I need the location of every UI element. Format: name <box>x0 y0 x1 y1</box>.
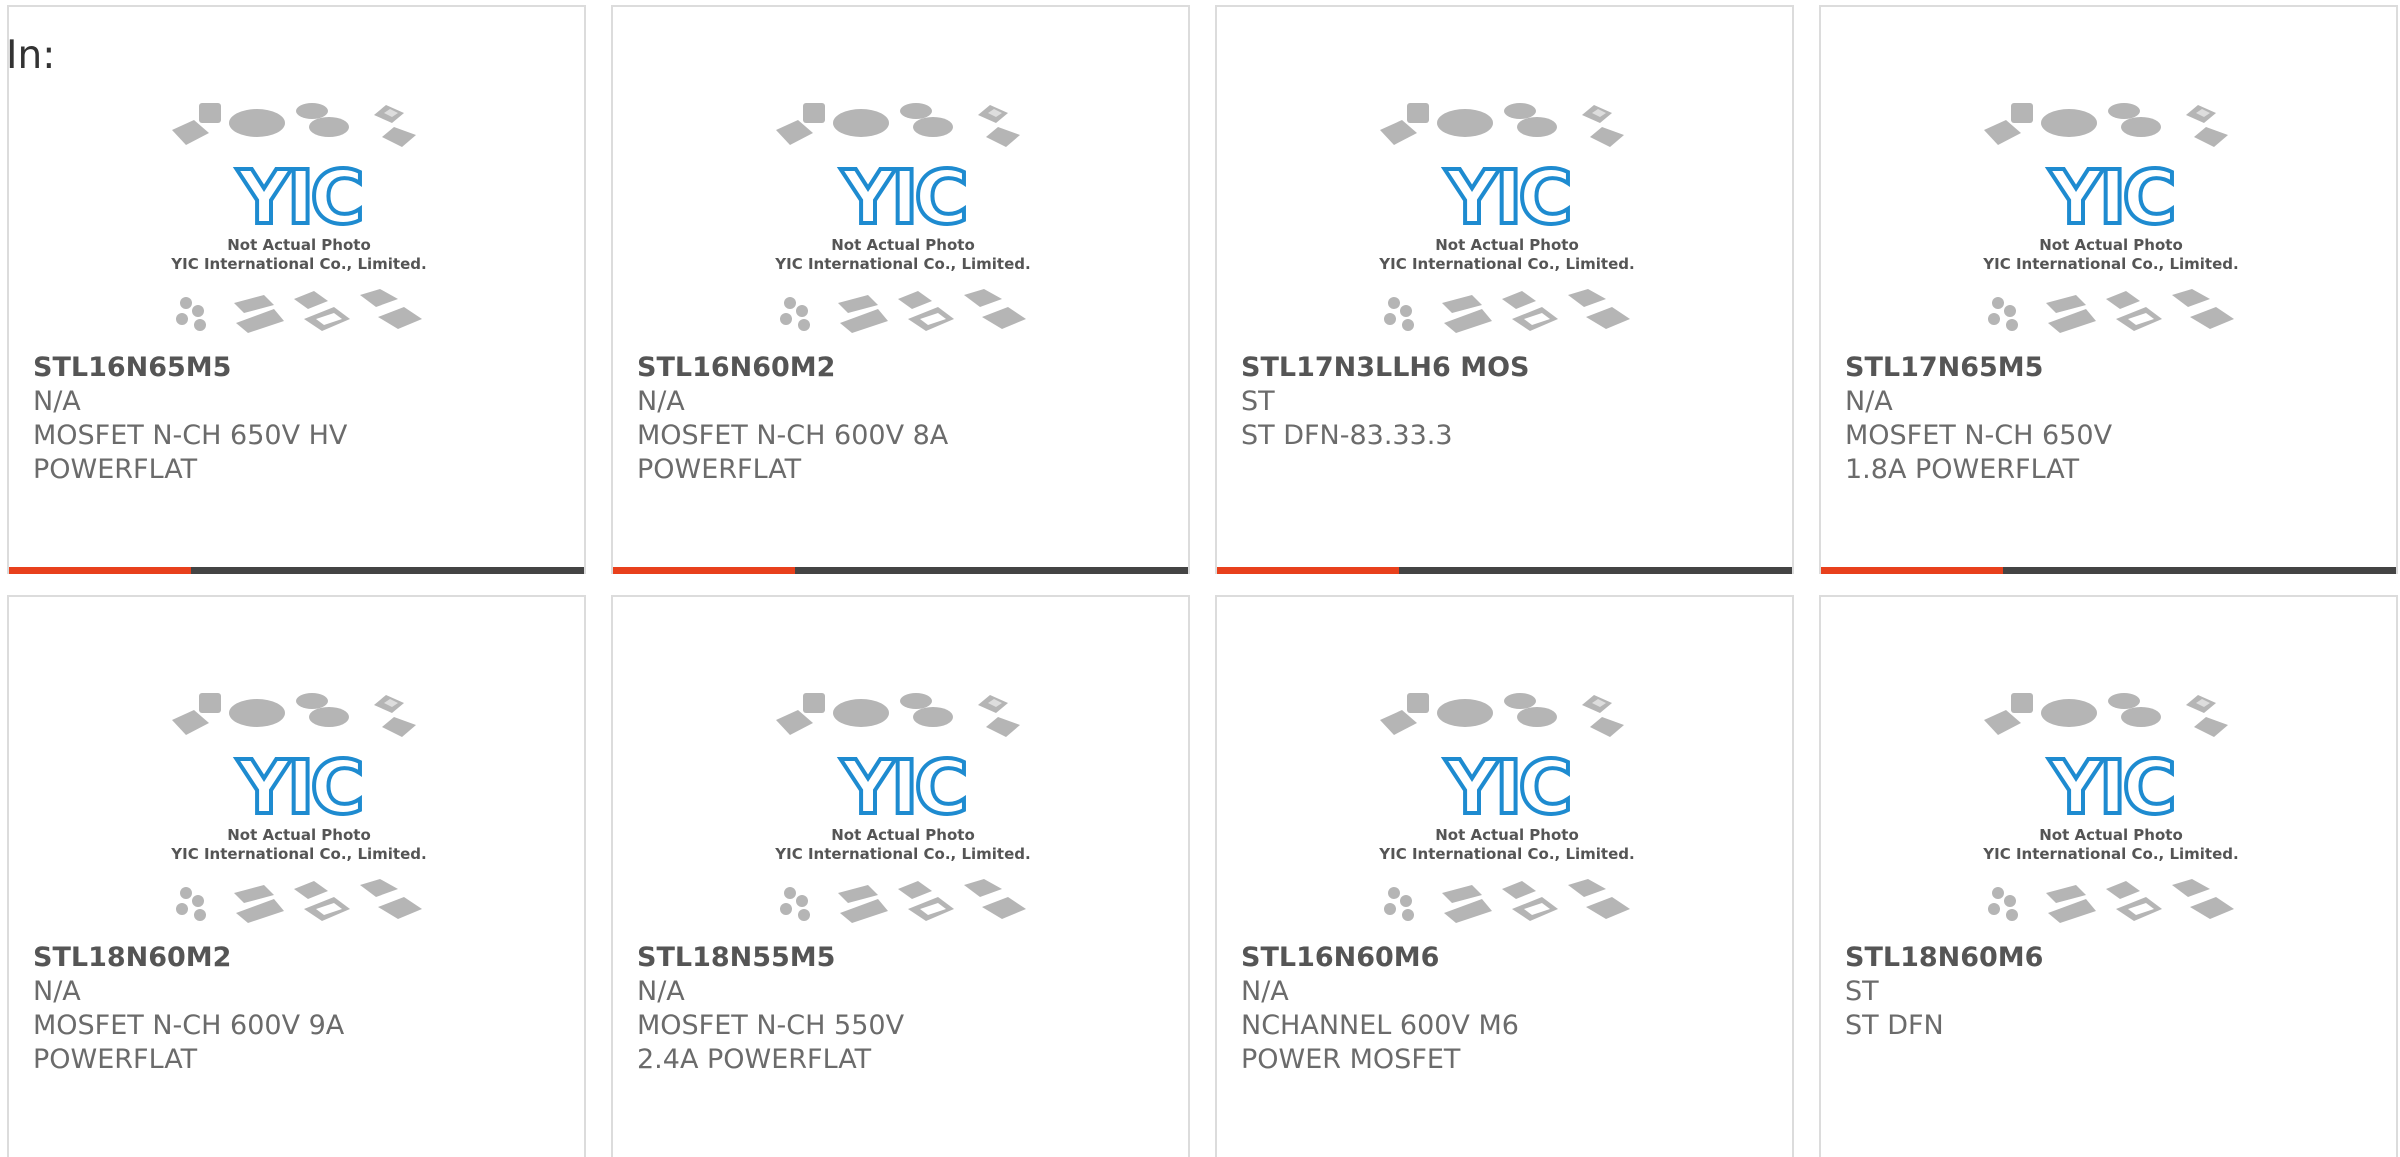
not-actual-photo-text: Not Actual Photo <box>2039 236 2183 254</box>
brand: ST <box>1241 386 1275 417</box>
product-card[interactable]: YIC Not Actual Photo YIC International C… <box>1819 595 2398 1157</box>
brand: N/A <box>1845 386 1893 417</box>
not-actual-photo-text: Not Actual Photo <box>1435 236 1579 254</box>
part-number[interactable]: STL18N60M6 <box>1845 941 2380 975</box>
company-text: YIC International Co., Limited. <box>1982 845 2238 863</box>
product-grid-page: In: YIC Not Actual Photo YIC Internation… <box>0 0 2400 1157</box>
brand: N/A <box>1241 976 1289 1007</box>
product-info: STL18N60M6 ST ST DFN <box>1845 941 2380 1043</box>
placeholder-photo: YIC Not Actual Photo YIC International C… <box>774 693 1031 923</box>
description: ST DFN <box>1845 1010 1944 1041</box>
card-accent-bar <box>613 567 795 574</box>
description: MOSFET N-CH 650V 1.8A POWERFLAT <box>1845 420 2113 485</box>
product-grid: YIC Not Actual Photo YIC International C… <box>7 5 2398 1157</box>
logo-text: YIC <box>2048 155 2172 241</box>
placeholder-photo: YIC Not Actual Photo YIC International C… <box>170 693 427 923</box>
description: NCHANNEL 600V M6 POWER MOSFET <box>1241 1010 1519 1075</box>
part-number[interactable]: STL18N55M5 <box>637 941 1172 975</box>
description: MOSFET N-CH 600V 9A POWERFLAT <box>33 1010 345 1075</box>
placeholder-photo: YIC Not Actual Photo YIC International C… <box>1378 693 1635 923</box>
not-actual-photo-text: Not Actual Photo <box>227 236 371 254</box>
description: ST DFN-83.33.3 <box>1241 420 1453 451</box>
part-number[interactable]: STL16N65M5 <box>33 351 568 385</box>
product-info: STL17N3LLH6 MOS ST ST DFN-83.33.3 <box>1241 351 1776 453</box>
part-number[interactable]: STL17N3LLH6 MOS <box>1241 351 1776 385</box>
product-card[interactable]: YIC Not Actual Photo YIC International C… <box>7 5 586 574</box>
company-text: YIC International Co., Limited. <box>170 255 426 273</box>
placeholder-photo: YIC Not Actual Photo YIC International C… <box>774 103 1031 333</box>
in-label: In: <box>6 33 56 78</box>
logo-text: YIC <box>1444 745 1568 831</box>
card-accent-bar <box>1217 567 1399 574</box>
logo-text: YIC <box>236 745 360 831</box>
product-card[interactable]: YIC Not Actual Photo YIC International C… <box>1215 5 1794 574</box>
logo-text: YIC <box>840 745 964 831</box>
logo-text: YIC <box>236 155 360 241</box>
not-actual-photo-text: Not Actual Photo <box>227 826 371 844</box>
product-card[interactable]: YIC Not Actual Photo YIC International C… <box>1215 595 1794 1157</box>
description: MOSFET N-CH 650V HV POWERFLAT <box>33 420 348 485</box>
part-number[interactable]: STL17N65M5 <box>1845 351 2380 385</box>
not-actual-photo-text: Not Actual Photo <box>831 826 975 844</box>
product-info: STL16N60M6 N/A NCHANNEL 600V M6 POWER MO… <box>1241 941 1776 1077</box>
product-card[interactable]: YIC Not Actual Photo YIC International C… <box>1819 5 2398 574</box>
product-info: STL16N60M2 N/A MOSFET N-CH 600V 8A POWER… <box>637 351 1172 487</box>
brand: N/A <box>637 976 685 1007</box>
description: MOSFET N-CH 550V 2.4A POWERFLAT <box>637 1010 905 1075</box>
placeholder-photo: YIC Not Actual Photo YIC International C… <box>170 103 427 333</box>
company-text: YIC International Co., Limited. <box>170 845 426 863</box>
logo-text: YIC <box>2048 745 2172 831</box>
product-info: STL17N65M5 N/A MOSFET N-CH 650V 1.8A POW… <box>1845 351 2380 487</box>
product-info: STL18N60M2 N/A MOSFET N-CH 600V 9A POWER… <box>33 941 568 1077</box>
brand: N/A <box>637 386 685 417</box>
company-text: YIC International Co., Limited. <box>1378 845 1634 863</box>
brand: ST <box>1845 976 1879 1007</box>
part-number[interactable]: STL16N60M6 <box>1241 941 1776 975</box>
logo-text: YIC <box>1444 155 1568 241</box>
card-bottom-bar <box>1217 567 1792 574</box>
product-card[interactable]: YIC Not Actual Photo YIC International C… <box>7 595 586 1157</box>
part-number[interactable]: STL16N60M2 <box>637 351 1172 385</box>
product-info: STL16N65M5 N/A MOSFET N-CH 650V HV POWER… <box>33 351 568 487</box>
product-card[interactable]: YIC Not Actual Photo YIC International C… <box>611 595 1190 1157</box>
brand: N/A <box>33 976 81 1007</box>
company-text: YIC International Co., Limited. <box>774 255 1030 273</box>
card-accent-bar <box>1821 567 2003 574</box>
card-accent-bar <box>9 567 191 574</box>
placeholder-photo: YIC Not Actual Photo YIC International C… <box>1378 103 1635 333</box>
card-bottom-bar <box>9 567 584 574</box>
company-text: YIC International Co., Limited. <box>1982 255 2238 273</box>
product-card[interactable]: YIC Not Actual Photo YIC International C… <box>611 5 1190 574</box>
card-bottom-bar <box>613 567 1188 574</box>
placeholder-photo: YIC Not Actual Photo YIC International C… <box>1982 693 2239 923</box>
card-bottom-bar <box>1821 567 2396 574</box>
placeholder-photo: YIC Not Actual Photo YIC International C… <box>1982 103 2239 333</box>
not-actual-photo-text: Not Actual Photo <box>831 236 975 254</box>
company-text: YIC International Co., Limited. <box>1378 255 1634 273</box>
part-number[interactable]: STL18N60M2 <box>33 941 568 975</box>
description: MOSFET N-CH 600V 8A POWERFLAT <box>637 420 949 485</box>
product-info: STL18N55M5 N/A MOSFET N-CH 550V 2.4A POW… <box>637 941 1172 1077</box>
not-actual-photo-text: Not Actual Photo <box>1435 826 1579 844</box>
not-actual-photo-text: Not Actual Photo <box>2039 826 2183 844</box>
company-text: YIC International Co., Limited. <box>774 845 1030 863</box>
brand: N/A <box>33 386 81 417</box>
logo-text: YIC <box>840 155 964 241</box>
